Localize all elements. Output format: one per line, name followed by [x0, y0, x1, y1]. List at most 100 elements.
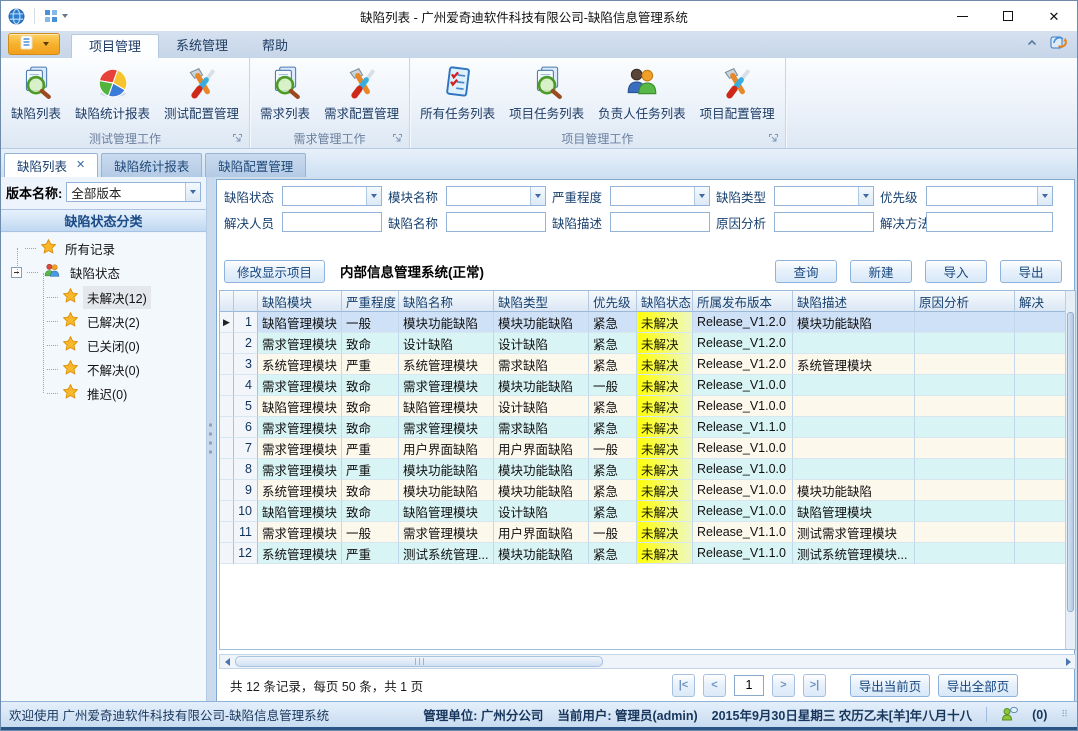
tree-item[interactable]: 缺陷状态: [11, 261, 124, 283]
row-number-cell: 5: [234, 396, 258, 417]
dialog-launcher-icon[interactable]: [232, 133, 243, 144]
ribbon-button[interactable]: 项目任务列表: [502, 60, 591, 124]
column-header[interactable]: 优先级: [589, 291, 637, 312]
quick-access-grid-icon[interactable]: [44, 9, 58, 23]
ribbon-button[interactable]: 需求配置管理: [317, 60, 406, 124]
horizontal-scrollbar[interactable]: [219, 654, 1076, 669]
filter-input-cause-analysis[interactable]: [774, 212, 874, 232]
column-header[interactable]: 缺陷描述: [793, 291, 915, 312]
help-refresh-icon[interactable]: [1050, 33, 1068, 53]
ribbon-collapse-icon[interactable]: [1026, 36, 1038, 50]
dropdown-arrow-icon[interactable]: [530, 187, 545, 205]
last-page-button[interactable]: >|: [803, 674, 826, 697]
close-button[interactable]: ✕: [1031, 1, 1077, 31]
table-row[interactable]: 5缺陷管理模块致命缺陷管理模块设计缺陷紧急未解决Release_V1.0.0: [220, 396, 1075, 417]
tree-item[interactable]: 已解决(2): [47, 310, 144, 332]
query-button[interactable]: 查询: [775, 260, 837, 283]
filter-combo-defect-type[interactable]: [774, 186, 874, 206]
ribbon-button[interactable]: 负责人任务列表: [591, 60, 693, 124]
export-current-page-button[interactable]: 导出当前页: [850, 674, 930, 697]
ribbon-tab-2[interactable]: 系统管理: [159, 34, 245, 58]
dialog-launcher-icon[interactable]: [392, 133, 403, 144]
table-row[interactable]: 4需求管理模块致命需求管理模块模块功能缺陷一般未解决Release_V1.0.0: [220, 375, 1075, 396]
column-header[interactable]: 所属发布版本: [693, 291, 793, 312]
column-header[interactable]: 缺陷名称: [399, 291, 494, 312]
quick-access-dropdown-icon[interactable]: [62, 14, 68, 18]
ribbon-button[interactable]: 项目配置管理: [693, 60, 782, 124]
table-row[interactable]: 11需求管理模块一般需求管理模块用户界面缺陷一般未解决Release_V1.1.…: [220, 522, 1075, 543]
version-combobox[interactable]: 全部版本: [66, 182, 201, 202]
table-row[interactable]: 2需求管理模块致命设计缺陷设计缺陷紧急未解决Release_V1.2.0: [220, 333, 1075, 354]
column-header[interactable]: 解决: [1015, 291, 1067, 312]
maximize-button[interactable]: [985, 1, 1031, 31]
doc-tab-3[interactable]: 缺陷配置管理: [205, 153, 306, 177]
table-row[interactable]: ▶1缺陷管理模块一般模块功能缺陷模块功能缺陷紧急未解决Release_V1.2.…: [220, 312, 1075, 333]
tree-item[interactable]: 推迟(0): [47, 382, 131, 404]
export-button[interactable]: 导出: [1000, 260, 1062, 283]
new-button[interactable]: 新建: [850, 260, 912, 283]
scroll-left-arrow-icon[interactable]: [220, 655, 234, 668]
tab-close-icon[interactable]: ✕: [76, 160, 85, 171]
ribbon-button[interactable]: 需求列表: [253, 60, 317, 124]
ribbon-tab-3[interactable]: 帮助: [245, 34, 305, 58]
minimize-button[interactable]: [939, 1, 985, 31]
table-row[interactable]: 3系统管理模块严重系统管理模块需求缺陷紧急未解决Release_V1.2.0系统…: [220, 354, 1075, 375]
doc-tab-1[interactable]: 缺陷列表✕: [4, 153, 98, 177]
ribbon-button[interactable]: 所有任务列表: [413, 60, 502, 124]
doc-tab-2[interactable]: 缺陷统计报表: [101, 153, 202, 177]
tree-item[interactable]: 所有记录: [25, 237, 119, 259]
dropdown-arrow-icon[interactable]: [694, 187, 709, 205]
tree-item-label: 推迟(0): [83, 382, 131, 405]
table-cell: 模块功能缺陷: [494, 480, 589, 501]
filter-input-solution[interactable]: [926, 212, 1053, 232]
column-header[interactable]: 缺陷状态: [637, 291, 693, 312]
vscroll-thumb[interactable]: [1067, 312, 1074, 612]
hscroll-thumb[interactable]: [235, 656, 603, 667]
filter-input-resolver[interactable]: [282, 212, 382, 232]
export-all-pages-button[interactable]: 导出全部页: [938, 674, 1018, 697]
scroll-right-arrow-icon[interactable]: [1061, 655, 1075, 668]
filter-combo-module-name[interactable]: [446, 186, 546, 206]
tree-connector: [27, 272, 38, 273]
dialog-launcher-icon[interactable]: [768, 133, 779, 144]
app-menu-button[interactable]: [8, 33, 60, 55]
messages-icon[interactable]: [1001, 706, 1018, 724]
column-header[interactable]: 严重程度: [342, 291, 399, 312]
hscroll-track[interactable]: [234, 655, 1061, 668]
table-cell: 缺陷管理模块: [399, 501, 494, 522]
filter-combo-defect-status[interactable]: [282, 186, 382, 206]
column-header[interactable]: 缺陷模块: [258, 291, 342, 312]
dropdown-arrow-icon[interactable]: [1037, 187, 1052, 205]
filter-combo-severity[interactable]: [610, 186, 710, 206]
table-row[interactable]: 9系统管理模块致命模块功能缺陷模块功能缺陷紧急未解决Release_V1.0.0…: [220, 480, 1075, 501]
resize-grip-icon[interactable]: ⠿: [1061, 709, 1069, 720]
table-row[interactable]: 10缺陷管理模块致命缺陷管理模块设计缺陷紧急未解决Release_V1.0.0缺…: [220, 501, 1075, 522]
splitter[interactable]: [207, 177, 215, 703]
column-header[interactable]: 缺陷类型: [494, 291, 589, 312]
dropdown-arrow-icon[interactable]: [366, 187, 381, 205]
table-row[interactable]: 6需求管理模块致命需求管理模块需求缺陷紧急未解决Release_V1.1.0: [220, 417, 1075, 438]
tree-item[interactable]: 不解决(0): [47, 358, 144, 380]
table-row[interactable]: 8需求管理模块严重模块功能缺陷模块功能缺陷紧急未解决Release_V1.0.0: [220, 459, 1075, 480]
table-row[interactable]: 12系统管理模块严重测试系统管理...模块功能缺陷紧急未解决Release_V1…: [220, 543, 1075, 564]
import-button[interactable]: 导入: [925, 260, 987, 283]
ribbon-button[interactable]: 缺陷统计报表: [68, 60, 157, 124]
dropdown-arrow-icon[interactable]: [185, 183, 200, 201]
tree-item[interactable]: 未解决(12): [47, 286, 151, 308]
modify-columns-button[interactable]: 修改显示项目: [224, 260, 325, 283]
tree-item[interactable]: 已关闭(0): [47, 334, 144, 356]
table-row[interactable]: 7需求管理模块严重用户界面缺陷用户界面缺陷一般未解决Release_V1.0.0: [220, 438, 1075, 459]
vertical-scrollbar[interactable]: [1065, 291, 1075, 649]
next-page-button[interactable]: >: [772, 674, 795, 697]
dropdown-arrow-icon[interactable]: [858, 187, 873, 205]
filter-combo-priority[interactable]: [926, 186, 1053, 206]
ribbon-button[interactable]: 测试配置管理: [157, 60, 246, 124]
filter-input-defect-name[interactable]: [446, 212, 546, 232]
ribbon-button[interactable]: 缺陷列表: [4, 60, 68, 124]
filter-input-defect-description[interactable]: [610, 212, 710, 232]
prev-page-button[interactable]: <: [703, 674, 726, 697]
page-number-input[interactable]: [734, 675, 764, 696]
column-header[interactable]: 原因分析: [915, 291, 1015, 312]
ribbon-tab-1[interactable]: 项目管理: [71, 34, 159, 58]
first-page-button[interactable]: |<: [672, 674, 695, 697]
